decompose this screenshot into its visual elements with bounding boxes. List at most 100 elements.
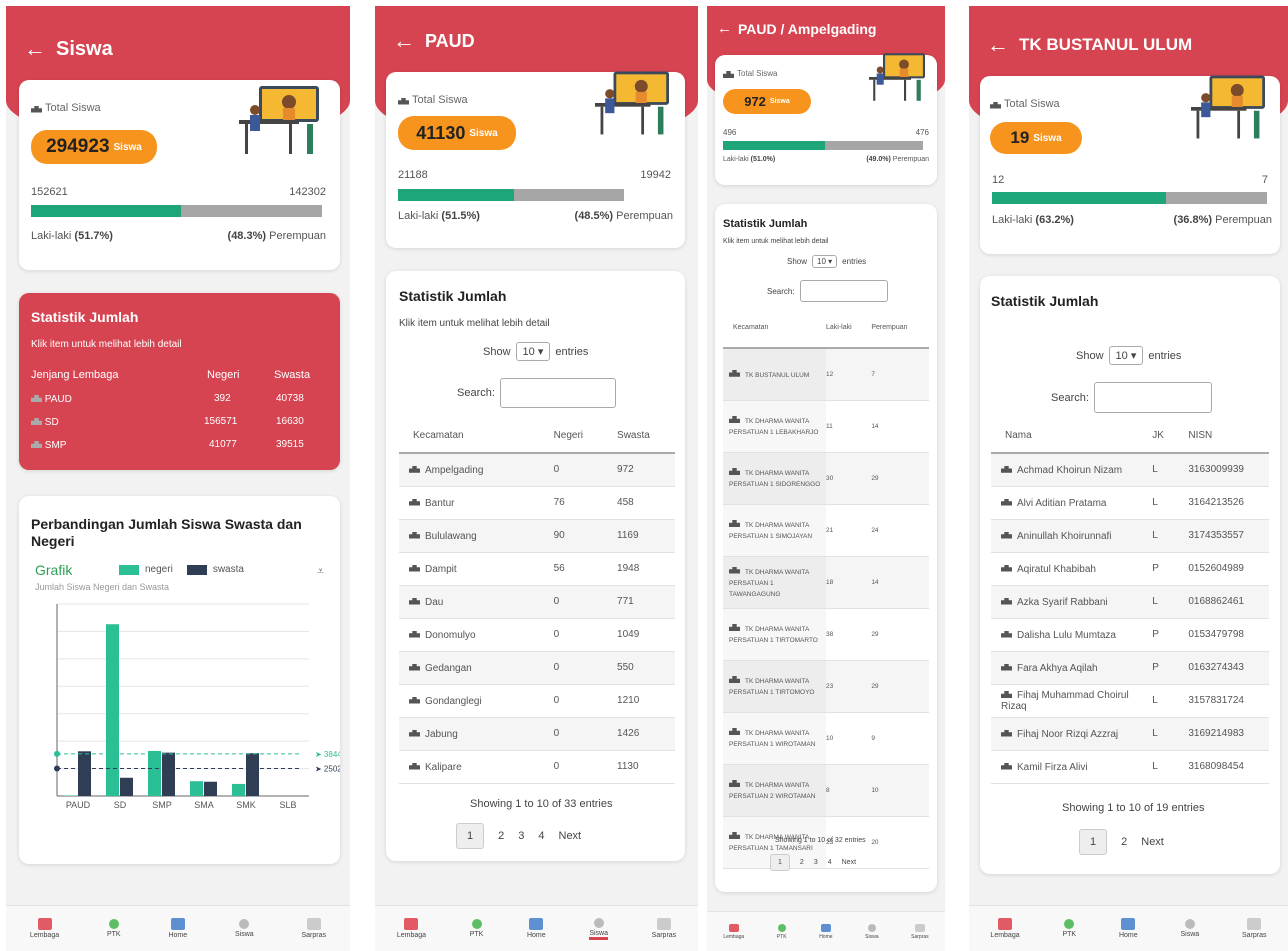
stat-row[interactable]: SMP 41077 39515 bbox=[31, 439, 331, 457]
nav-siswa[interactable]: Siswa bbox=[589, 917, 608, 940]
row-value-cell: 0 bbox=[553, 662, 560, 673]
col-kecamatan[interactable]: Kecamatan bbox=[399, 419, 554, 453]
col-swasta[interactable]: Swasta bbox=[617, 419, 675, 453]
page-2[interactable]: 2 bbox=[800, 859, 804, 866]
nav-home[interactable]: Home bbox=[527, 918, 546, 939]
table-row[interactable]: TK DHARMA WANITA PERSATUAN 1 LEBAKHARJO 1… bbox=[723, 400, 929, 452]
table-row[interactable]: Alvi Aditian Pratama L 3164213526 bbox=[991, 486, 1269, 519]
nav-sarpras[interactable]: Sarpras bbox=[1242, 918, 1267, 939]
page-next[interactable]: Next bbox=[842, 859, 856, 866]
col-kecamatan[interactable]: Kecamatan bbox=[723, 308, 826, 348]
table-row[interactable]: Jabung 0 1426 bbox=[399, 717, 675, 750]
page-1[interactable]: 1 bbox=[1079, 829, 1108, 855]
page-3[interactable]: 3 bbox=[518, 830, 524, 842]
table-row[interactable]: Gondanglegi 0 1210 bbox=[399, 684, 675, 717]
nav-lembaga[interactable]: Lembaga bbox=[990, 918, 1020, 939]
nav-ptk[interactable]: PTK bbox=[777, 923, 787, 940]
table-row[interactable]: Aqiratul Khabibah P 0152604989 bbox=[991, 552, 1269, 585]
nav-ptk[interactable]: PTK bbox=[1062, 919, 1076, 938]
sarpras-icon bbox=[1247, 918, 1262, 930]
table-row[interactable]: Gedangan 0 550 bbox=[399, 651, 675, 684]
download-icon[interactable]: ⩡ bbox=[317, 564, 324, 579]
page-4[interactable]: 4 bbox=[828, 859, 832, 866]
entries-select[interactable]: 10 ▾ bbox=[812, 255, 838, 268]
nav-sarpras[interactable]: Sarpras bbox=[652, 918, 676, 939]
page-4[interactable]: 4 bbox=[538, 830, 544, 842]
table-row[interactable]: Donomulyo 0 1049 bbox=[399, 618, 675, 651]
search-input[interactable] bbox=[799, 280, 888, 302]
page-3[interactable]: 3 bbox=[814, 859, 818, 866]
col-laki-laki[interactable]: Laki-laki bbox=[826, 308, 871, 348]
total-label: Total Siswa bbox=[398, 94, 468, 106]
back-arrow-icon[interactable]: ← bbox=[717, 20, 732, 37]
table-row[interactable]: Bululawang 90 1169 bbox=[399, 519, 675, 552]
page-1[interactable]: 1 bbox=[770, 854, 790, 871]
entries-select[interactable]: 10 ▾ bbox=[1108, 346, 1144, 365]
building-icon bbox=[1001, 464, 1012, 473]
table-row[interactable]: TK DHARMA WANITA PERSATUAN 2 WIROTAMAN 8 1… bbox=[723, 764, 929, 816]
search-input[interactable] bbox=[499, 378, 616, 408]
nav-siswa[interactable]: Siswa bbox=[865, 923, 879, 940]
row-value-cell: 8 bbox=[826, 786, 830, 794]
chart-card: Perbandingan Jumlah Siswa Swasta dan Neg… bbox=[19, 496, 340, 864]
page-2[interactable]: 2 bbox=[1121, 836, 1127, 848]
nav-ptk[interactable]: PTK bbox=[107, 919, 121, 938]
table-row[interactable]: TK DHARMA WANITA PERSATUAN 1 TIRTOMARTO 3… bbox=[723, 608, 929, 660]
table-row[interactable]: TK BUSTANUL ULUM 12 7 bbox=[723, 348, 929, 400]
table-row[interactable]: Fara Akhya Aqilah P 0163274343 bbox=[991, 651, 1269, 684]
back-arrow-icon[interactable]: ← bbox=[24, 36, 46, 62]
ptk-icon bbox=[471, 919, 482, 929]
x-tick-label: PAUD bbox=[66, 800, 91, 810]
table-row[interactable]: Dalisha Lulu Mumtaza P 0153479798 bbox=[991, 618, 1269, 651]
table-row[interactable]: Kamil Firza Alivi L 3168098454 bbox=[991, 750, 1269, 783]
x-tick-label: SMP bbox=[152, 800, 172, 810]
table-row[interactable]: Ampelgading 0 972 bbox=[399, 453, 675, 486]
col-negeri[interactable]: Negeri bbox=[554, 419, 617, 453]
col-nama[interactable]: Nama bbox=[991, 419, 1152, 453]
nav-home[interactable]: Home bbox=[819, 923, 833, 940]
table-row[interactable]: Dampit 56 1948 bbox=[399, 552, 675, 585]
table-row[interactable]: Azka Syarif Rabbani L 0168862461 bbox=[991, 585, 1269, 618]
page-next[interactable]: Next bbox=[1141, 836, 1164, 848]
back-arrow-icon[interactable]: ← bbox=[393, 28, 415, 54]
page-next[interactable]: Next bbox=[559, 830, 582, 842]
nav-lembaga[interactable]: Lembaga bbox=[723, 923, 744, 940]
stat-row[interactable]: PAUD 392 40738 bbox=[31, 393, 331, 411]
nav-sarpras[interactable]: Sarpras bbox=[302, 918, 326, 939]
gender-ratio-bar bbox=[723, 141, 923, 150]
search-input[interactable] bbox=[1093, 382, 1212, 413]
table-row[interactable]: TK DHARMA WANITA PERSATUAN 1 SIMOJAYAN 21… bbox=[723, 504, 929, 556]
table-row[interactable]: TK DHARMA WANITA PERSATUAN 1 TIRTOMOYO 23… bbox=[723, 660, 929, 712]
table-row[interactable]: Kalipare 0 1130 bbox=[399, 750, 675, 783]
back-arrow-icon[interactable]: ← bbox=[987, 32, 1009, 58]
nav-lembaga[interactable]: Lembaga bbox=[30, 918, 59, 939]
table-row[interactable]: Fihaj Muhammad Choirul Rizaq L 3157831724 bbox=[991, 684, 1269, 717]
nav-ptk[interactable]: PTK bbox=[470, 919, 483, 938]
male-count: 152621 bbox=[31, 186, 68, 198]
stat-row[interactable]: SD 156571 16630 bbox=[31, 416, 331, 434]
col-nisn[interactable]: NISN bbox=[1188, 419, 1269, 453]
table-row[interactable]: TK DHARMA WANITA PERSATUAN 1 SIDORENGGO 3… bbox=[723, 452, 929, 504]
bar-swasta-sd bbox=[120, 777, 133, 796]
nav-home[interactable]: Home bbox=[1119, 918, 1138, 939]
table-row[interactable]: TK DHARMA WANITA PERSATUAN 1 WIROTAMAN 10… bbox=[723, 712, 929, 764]
table-row[interactable]: Aninullah Khoirunnafi L 3174353557 bbox=[991, 519, 1269, 552]
col-perempuan[interactable]: Perempuan bbox=[871, 308, 929, 348]
col-jk[interactable]: JK bbox=[1152, 419, 1188, 453]
table-row[interactable]: TK DHARMA WANITA PERSATUAN 1 TAWANGAGUNG… bbox=[723, 556, 929, 608]
stat-card: Statistik Jumlah Show 10 ▾ entries Search:… bbox=[980, 276, 1280, 874]
entries-select[interactable]: 10 ▾ bbox=[515, 342, 551, 361]
page-1[interactable]: 1 bbox=[456, 823, 485, 849]
nav-siswa[interactable]: Siswa bbox=[235, 919, 254, 938]
table-row[interactable]: Achmad Khoirun Nizam L 3163009939 bbox=[991, 453, 1269, 486]
table-row[interactable]: Bantur 76 458 bbox=[399, 486, 675, 519]
table-row[interactable]: Dau 0 771 bbox=[399, 585, 675, 618]
nav-siswa[interactable]: Siswa bbox=[1180, 919, 1199, 938]
table-row[interactable]: Fihaj Noor Rizqi Azzraj L 3169214983 bbox=[991, 717, 1269, 750]
nav-sarpras[interactable]: Sarpras bbox=[911, 923, 929, 940]
nav-lembaga[interactable]: Lembaga bbox=[397, 918, 426, 939]
page-2[interactable]: 2 bbox=[498, 830, 504, 842]
lembaga-icon bbox=[998, 918, 1013, 930]
nav-home[interactable]: Home bbox=[168, 918, 187, 939]
row-label-cell: Gondanglegi bbox=[399, 684, 554, 717]
